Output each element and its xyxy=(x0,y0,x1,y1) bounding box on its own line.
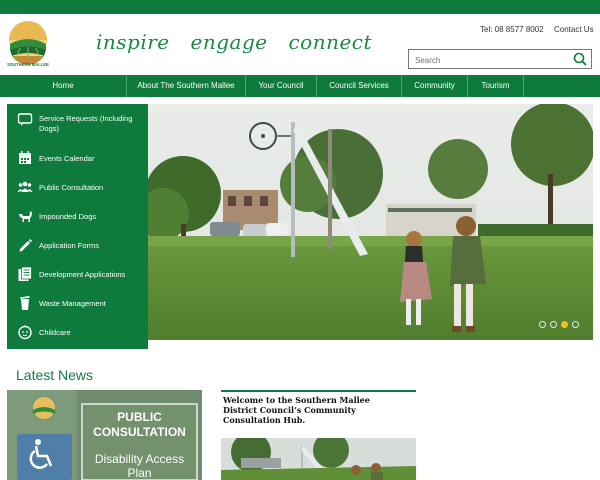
documents-icon xyxy=(17,266,33,282)
hero-photo xyxy=(148,104,593,340)
tagline: inspire engage connect xyxy=(96,30,386,54)
top-green-bar xyxy=(0,0,600,14)
sidebar-item-service-requests[interactable]: Service Requests (Including Dogs) xyxy=(7,110,148,138)
sidebar-item-impounded-dogs[interactable]: Impounded Dogs xyxy=(7,208,148,228)
logo-text: SOUTHERN MALLEE xyxy=(7,62,49,67)
news-card-subtitle-line: Disability Access xyxy=(94,452,185,466)
council-logo[interactable]: SOUTHERN MALLEE xyxy=(6,20,50,70)
dog-icon xyxy=(17,208,33,224)
hero-carousel[interactable] xyxy=(148,104,593,340)
news-card-subtitle-line: Plan xyxy=(127,466,152,480)
bin-icon xyxy=(17,295,33,311)
pencil-icon xyxy=(17,237,33,253)
search-input[interactable] xyxy=(409,51,569,70)
carousel-indicators xyxy=(539,321,579,328)
nav-home[interactable]: Home xyxy=(0,75,127,97)
sidebar-item-label: Waste Management xyxy=(39,299,106,308)
carousel-dot[interactable] xyxy=(539,321,546,328)
news-card-title-line: CONSULTATION xyxy=(93,425,186,439)
tagline-word: connect xyxy=(288,30,373,54)
news-card-text: Welcome to the Southern Mallee District … xyxy=(223,395,370,425)
sidebar-item-label: Development Applications xyxy=(39,270,126,279)
sidebar-item-label: Impounded Dogs xyxy=(39,212,97,221)
sidebar-item-childcare[interactable]: Childcare xyxy=(7,324,148,344)
sidebar-item-label: Application Forms xyxy=(39,241,100,250)
nav-about[interactable]: About The Southern Mallee xyxy=(127,75,246,97)
news-card-title-line: PUBLIC xyxy=(117,410,162,424)
sidebar-item-development-applications[interactable]: Development Applications xyxy=(7,266,148,286)
card-top-rule xyxy=(221,390,416,392)
child-face-icon xyxy=(17,324,33,340)
nav-council-services[interactable]: Council Services xyxy=(317,75,402,97)
people-icon xyxy=(17,179,33,195)
sidebar-item-label: Public Consultation xyxy=(39,183,104,192)
search-icon[interactable] xyxy=(573,52,587,66)
sidebar-item-events-calendar[interactable]: Events Calendar xyxy=(7,150,148,170)
sidebar-item-application-forms[interactable]: Application Forms xyxy=(7,237,148,257)
carousel-dot[interactable] xyxy=(572,321,579,328)
sidebar-item-label: Childcare xyxy=(39,328,71,337)
carousel-dot[interactable] xyxy=(550,321,557,328)
phone-number[interactable]: Tel: 08 8577 8002 xyxy=(480,25,544,34)
search-box xyxy=(408,49,592,70)
tagline-word: inspire xyxy=(96,30,170,54)
news-card-disability-access-plan[interactable]: PUBLIC CONSULTATION Disability Access Pl… xyxy=(7,390,202,480)
sidebar-item-label: Service Requests (Including Dogs) xyxy=(39,114,133,133)
latest-news-heading: Latest News xyxy=(16,367,94,383)
nav-tourism[interactable]: Tourism xyxy=(468,75,524,97)
calendar-icon xyxy=(17,150,33,166)
sidebar-item-waste-management[interactable]: Waste Management xyxy=(7,295,148,315)
contact-us-link[interactable]: Contact Us xyxy=(554,25,594,34)
nav-your-council[interactable]: Your Council xyxy=(246,75,317,97)
sidebar-item-label: Events Calendar xyxy=(39,154,95,163)
sidebar-item-public-consultation[interactable]: Public Consultation xyxy=(7,179,148,199)
main-nav: Home About The Southern Mallee Your Coun… xyxy=(0,75,600,97)
quick-links-sidebar: Service Requests (Including Dogs) Events… xyxy=(7,104,148,349)
tagline-word: engage xyxy=(190,30,268,54)
chat-icon xyxy=(17,112,33,128)
news-card-image xyxy=(221,438,416,480)
nav-community[interactable]: Community xyxy=(402,75,468,97)
carousel-dot-active[interactable] xyxy=(561,321,568,328)
news-card-consultation-hub[interactable]: Welcome to the Southern Mallee District … xyxy=(221,390,416,480)
